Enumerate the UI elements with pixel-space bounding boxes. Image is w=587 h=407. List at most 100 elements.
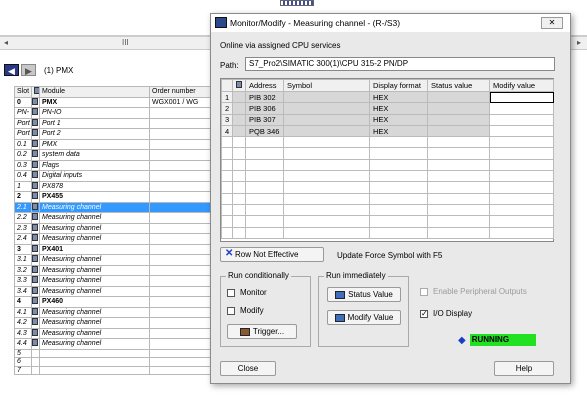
monitor-checkbox[interactable]: Monitor [227,288,267,297]
close-button[interactable]: Close [220,361,276,376]
column-header-modify-value[interactable]: Modify value [489,79,554,92]
column-header-status-value[interactable]: Status value [427,79,490,92]
empty-monitor-row[interactable] [221,203,554,217]
monitor-row[interactable]: 4 PQB 346 HEX [221,124,554,138]
empty-monitor-row[interactable] [221,181,554,194]
trigger-button[interactable]: Trigger... [227,324,297,339]
status-value-label: Status Value [348,290,393,299]
empty-monitor-row[interactable] [221,136,554,149]
monitor-row[interactable]: 2 PIB 306 HEX [221,102,554,115]
module-icon [32,255,38,262]
empty-monitor-row[interactable] [221,192,554,205]
table-row[interactable]: 3.1 Measuring channel [14,254,211,266]
address-cell[interactable]: PIB 302 [245,90,284,104]
empty-monitor-row[interactable] [221,215,554,228]
scroll-left-icon[interactable]: ◂ [4,38,8,47]
monitor-row[interactable]: 1 PIB 302 HEX [221,90,554,104]
module-cell: PX878 [39,180,150,192]
monitor-checkbox-box[interactable] [227,288,235,297]
column-header-module[interactable]: Module [39,86,150,98]
table-row[interactable]: 3.4 Measuring channel [14,285,211,297]
module-icon-cell [31,338,40,350]
address-cell[interactable]: PIB 306 [245,102,284,115]
empty-monitor-row[interactable] [221,170,554,183]
module-icon [32,244,38,252]
modify-value-cell[interactable] [489,113,554,126]
modify-value-button[interactable]: Modify Value [327,310,401,325]
module-cell: Digital inputs [39,170,150,182]
table-row[interactable]: 4.2 Measuring channel [14,317,211,329]
empty-monitor-row[interactable] [221,226,554,239]
table-row[interactable]: Port Port 1 [14,117,211,129]
table-row[interactable]: 7 [14,365,211,376]
table-row[interactable]: 3.3 Measuring channel [14,275,211,287]
enable-peripheral-outputs-box[interactable] [420,287,428,296]
table-row[interactable]: Port Port 2 [14,128,211,140]
table-row[interactable]: 0.3 Flags [14,159,211,171]
table-row[interactable]: 0.2 system data [14,149,211,161]
row-not-effective-button[interactable]: ✕ Row Not Effective [220,247,324,262]
forward-arrow-icon[interactable]: ▶ [21,64,36,76]
column-header-address[interactable]: Address [245,79,284,92]
table-row[interactable]: 5 [14,348,211,359]
scroll-thumb[interactable]: III [122,38,129,47]
address-cell[interactable]: PQB 346 [245,124,284,138]
symbol-cell[interactable] [283,90,370,104]
table-row[interactable]: 1 PX878 [14,180,211,192]
table-row[interactable]: 2.4 Measuring channel [14,233,211,245]
column-header-slot[interactable]: Slot [14,86,32,98]
table-row[interactable]: 0.4 Digital inputs [14,170,211,182]
table-row[interactable]: 4.4 Measuring channel [14,338,211,350]
table-row[interactable]: 3 PX401 [14,243,211,255]
io-display-box[interactable]: ✓ [420,309,428,318]
column-header-display-format[interactable]: Display format [369,79,428,92]
table-row[interactable]: 6 [14,357,211,367]
table-row[interactable]: PN- PN-IO [14,107,211,119]
symbol-cell[interactable] [283,113,370,126]
table-row[interactable]: 4.3 Measuring channel [14,327,211,339]
table-row[interactable]: 2 PX455 [14,191,211,203]
display-format-cell[interactable]: HEX [369,102,428,115]
table-row[interactable]: 4 PX460 [14,296,211,308]
table-row[interactable]: 0.1 PMX [14,138,211,150]
help-button[interactable]: Help [494,361,554,376]
path-field[interactable]: S7_Pro2\SIMATIC 300(1)\CPU 315-2 PN/DP [245,57,555,71]
table-row[interactable]: 2.2 Measuring channel [14,212,211,224]
table-row[interactable]: 3.2 Measuring channel [14,264,211,276]
enable-peripheral-outputs-checkbox[interactable]: Enable Peripheral Outputs [420,287,527,296]
display-format-cell[interactable]: HEX [369,90,428,104]
status-value-button[interactable]: Status Value [327,287,401,302]
module-cell: Measuring channel [39,338,150,350]
modify-checkbox[interactable]: Modify [227,306,264,315]
close-icon[interactable]: ✕ [541,17,563,29]
symbol-cell[interactable] [283,124,370,138]
empty-monitor-row[interactable] [221,147,554,160]
module-icon-cell [31,107,40,119]
modify-value-cell[interactable] [489,102,554,115]
display-format-cell[interactable]: HEX [369,124,428,138]
dialog-title-bar[interactable]: Monitor/Modify - Measuring channel - (R-… [211,14,570,32]
order-number-cell [149,243,211,255]
table-row[interactable]: 4.1 Measuring channel [14,306,211,318]
io-display-checkbox[interactable]: ✓ I/O Display [420,309,472,318]
force-update-hint: Update Force Symbol with F5 [337,251,443,260]
module-icon-cell [31,128,40,140]
order-number-cell [149,107,211,119]
empty-monitor-row[interactable] [221,158,554,172]
column-header-order-number[interactable]: Order number [149,86,211,98]
monitor-row[interactable]: 3 PIB 307 HEX [221,113,554,126]
slot-cell: 3.1 [14,254,32,266]
modify-value-cell[interactable] [489,124,554,138]
symbol-cell[interactable] [283,102,370,115]
modify-checkbox-box[interactable] [227,306,235,315]
back-arrow-icon[interactable]: ◀ [4,64,19,76]
display-format-cell[interactable]: HEX [369,113,428,126]
order-number-cell [149,180,211,192]
table-row[interactable]: 0 PMX WGX001 / WG [14,96,211,108]
address-cell[interactable]: PIB 307 [245,113,284,126]
modify-value-cell[interactable] [489,90,554,104]
table-row[interactable]: 2.1 Measuring channel [14,201,211,213]
table-row[interactable]: 2.3 Measuring channel [14,222,211,234]
scroll-right-icon[interactable]: ▸ [577,38,581,47]
column-header-symbol[interactable]: Symbol [283,79,370,92]
